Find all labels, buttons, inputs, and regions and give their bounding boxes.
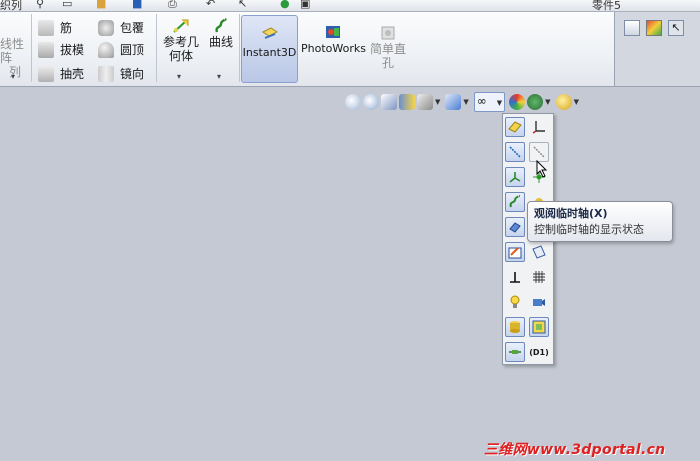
dome-icon [98, 41, 114, 58]
view-sketches-icon[interactable] [505, 242, 525, 262]
right-toolbar: ↖ [624, 20, 684, 36]
wrap-label: 包覆 [120, 21, 145, 35]
view-dimension-label[interactable]: (D1) [529, 342, 549, 362]
instant3d-label: Instant3D [242, 46, 297, 59]
hide-show-dropdown-icon[interactable]: ▼ [497, 99, 502, 107]
mirror-button[interactable]: 镜向 [98, 65, 144, 82]
mirror-label: 镜向 [120, 67, 145, 81]
instant3d-icon [242, 26, 297, 46]
view-cameras-icon[interactable] [529, 292, 549, 312]
view-settings-dropdown-icon[interactable]: ▼ [574, 98, 579, 106]
mouse-pointer-icon [536, 159, 548, 181]
glasses-icon: ∞ [476, 94, 487, 108]
search-icon[interactable]: ⚲ [36, 0, 44, 10]
view-dimension-names-icon[interactable] [505, 342, 525, 362]
view-grid-icon[interactable] [529, 267, 549, 287]
view-orientation-icon[interactable] [417, 94, 433, 110]
display-style-icon[interactable] [445, 94, 462, 110]
ribbon-separator [156, 14, 157, 82]
section-view-icon[interactable] [399, 94, 415, 110]
tooltip-description: 控制临时轴的显示状态 [534, 223, 644, 236]
reference-geometry-label-2: 何体 [168, 49, 193, 63]
view-annotations-icon[interactable] [529, 317, 549, 337]
hide-show-items-button[interactable]: ∞ ▼ [473, 92, 506, 112]
simple-hole-label-2: 孔 [381, 56, 394, 70]
photoworks-icon [301, 24, 365, 42]
apply-scene-dropdown-icon[interactable]: ▼ [545, 98, 550, 106]
curves-icon [204, 17, 238, 35]
photoworks-label: PhotoWorks [301, 42, 366, 55]
print-icon[interactable]: ⎙ [168, 0, 177, 11]
draft-button[interactable]: 拔模 [38, 41, 84, 58]
shell-button[interactable]: 抽壳 [38, 65, 84, 82]
wrap-button[interactable]: 包覆 [98, 19, 144, 36]
dome-button[interactable]: 圆顶 [98, 41, 144, 58]
display-style-dropdown-icon[interactable]: ▼ [463, 98, 468, 106]
draft-label: 拔模 [60, 43, 85, 57]
view-parting-lines-icon[interactable] [505, 217, 525, 237]
rebuild-icon[interactable]: ● [280, 0, 290, 10]
view-settings-icon[interactable] [555, 94, 572, 110]
top-strip-text: 织列 [0, 0, 22, 12]
simple-hole-button[interactable]: 简单直 孔 [366, 25, 410, 70]
new-document-icon[interactable]: ▭ [62, 0, 72, 10]
mirror-icon [98, 65, 114, 82]
photoworks-button[interactable]: PhotoWorks [301, 24, 366, 56]
curves-dropdown-icon[interactable]: ▾ [217, 72, 221, 81]
linear-pattern-dropdown-icon[interactable]: ▾ [11, 72, 15, 81]
shell-icon [38, 65, 54, 82]
tooltip: 观阅临时轴(X) 控制临时轴的显示状态 [527, 201, 673, 242]
view-axes-icon[interactable] [505, 142, 525, 162]
view-origins-icon[interactable] [505, 167, 525, 187]
simple-hole-icon [366, 25, 410, 42]
ribbon-separator [31, 14, 32, 82]
appearance-icon[interactable] [646, 20, 662, 36]
draft-icon [38, 41, 54, 58]
view-temporary-axes-icon[interactable] [529, 142, 549, 162]
save-icon[interactable]: ■ [132, 0, 142, 10]
rib-label: 筋 [60, 21, 73, 35]
shell-label: 抽壳 [60, 67, 85, 81]
curves-button[interactable]: 曲线 [204, 17, 238, 49]
reference-geometry-button[interactable]: 参考几 何体 [161, 18, 201, 63]
view-curves-icon[interactable] [505, 192, 525, 212]
dome-label: 圆顶 [120, 43, 145, 57]
options-icon[interactable]: ▣ [300, 0, 310, 10]
ribbon-separator [239, 14, 240, 82]
view-3d-sketch-planes-icon[interactable] [529, 242, 549, 262]
rib-icon [38, 19, 54, 36]
zoom-to-fit-icon[interactable] [345, 94, 361, 110]
instant3d-button[interactable]: Instant3D [241, 15, 298, 83]
tooltip-title: 观阅临时轴(X) [534, 207, 608, 220]
reference-geometry-dropdown-icon[interactable]: ▾ [177, 72, 181, 81]
view-lights-icon[interactable] [505, 292, 525, 312]
view-decals-icon[interactable] [505, 317, 525, 337]
view-coordinate-systems-icon[interactable] [529, 117, 549, 137]
wrap-icon [98, 19, 114, 36]
zoom-to-area-icon[interactable] [363, 94, 379, 110]
quick-access-toolbar: 织列 ⚲ ▭ ■ ■ ⎙ ↶ ↖ ● ▣ 零件5 [0, 0, 700, 12]
apply-scene-icon[interactable] [527, 94, 544, 110]
document-title: 零件5 [592, 0, 621, 12]
rib-button[interactable]: 筋 [38, 19, 72, 36]
edit-appearance-icon[interactable] [509, 94, 526, 110]
select-pointer-icon[interactable]: ↖ [238, 0, 247, 10]
view-sketch-relations-icon[interactable] [505, 267, 525, 287]
watermark: 三维网www.3dportal.cn [484, 442, 666, 458]
simple-hole-label-1: 简单直 [369, 42, 406, 56]
view-planes-icon[interactable] [505, 117, 525, 137]
select-arrow-icon[interactable]: ↖ [668, 20, 684, 36]
heads-up-view-toolbar: ▼ ▼ ∞ ▼ ▼ ▼ [345, 92, 584, 112]
view-orientation-dropdown-icon[interactable]: ▼ [435, 98, 440, 106]
linear-pattern-label-1: 线性阵 [0, 37, 25, 65]
undo-icon[interactable]: ↶ [206, 0, 215, 10]
previous-view-icon[interactable] [381, 94, 397, 110]
curves-label: 曲线 [208, 35, 233, 49]
feature-manager-icon[interactable] [624, 20, 640, 36]
open-folder-icon[interactable]: ■ [96, 0, 106, 10]
reference-geometry-icon [161, 18, 201, 35]
reference-geometry-label-1: 参考几 [162, 35, 199, 49]
